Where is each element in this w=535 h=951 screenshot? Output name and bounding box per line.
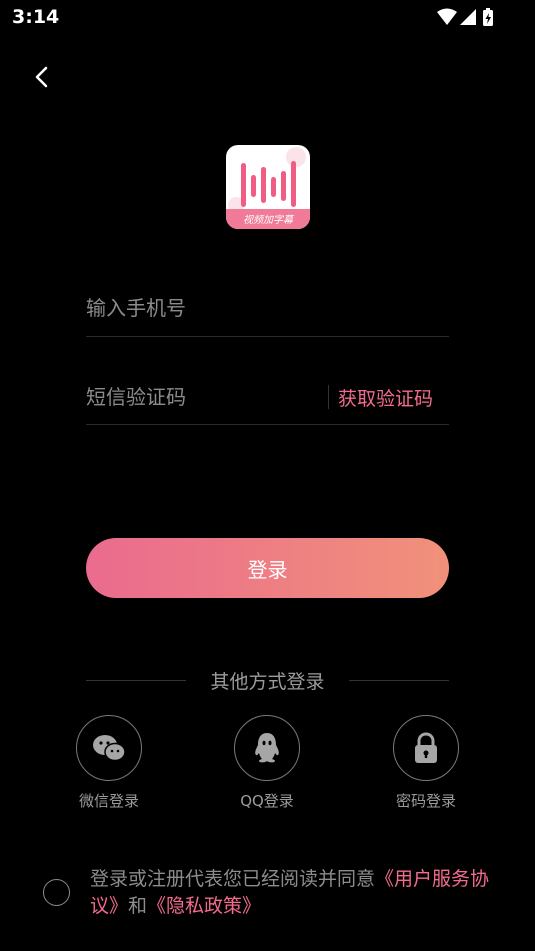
wechat-icon bbox=[93, 735, 126, 762]
logo-caption: 视频加字幕 bbox=[243, 215, 293, 226]
agreement-checkbox[interactable] bbox=[43, 879, 70, 906]
chevron-left-icon bbox=[35, 66, 48, 88]
status-time: 3:14 bbox=[12, 6, 60, 28]
code-underline bbox=[86, 424, 449, 425]
sms-code-input[interactable] bbox=[86, 377, 326, 417]
signal-icon bbox=[460, 9, 476, 25]
login-button[interactable]: 登录 bbox=[86, 538, 449, 598]
privacy-policy-link[interactable]: 《隐私政策》 bbox=[147, 895, 261, 917]
phone-input[interactable] bbox=[86, 288, 326, 328]
password-login-button[interactable]: 密码登录 bbox=[381, 715, 471, 811]
qq-icon bbox=[255, 733, 279, 763]
wechat-login-button[interactable]: 微信登录 bbox=[64, 715, 154, 811]
code-divider bbox=[328, 385, 329, 409]
agreement-text: 登录或注册代表您已经阅读并同意《用户服务协议》和《隐私政策》 bbox=[90, 866, 500, 920]
qq-login-label: QQ登录 bbox=[240, 792, 294, 810]
wechat-icon-circle[interactable] bbox=[76, 715, 142, 781]
divider-left bbox=[86, 680, 186, 681]
battery-icon bbox=[483, 8, 493, 26]
wifi-icon bbox=[437, 8, 457, 25]
wechat-login-label: 微信登录 bbox=[78, 792, 139, 810]
lock-icon bbox=[415, 732, 437, 763]
qq-login-button[interactable]: QQ登录 bbox=[222, 715, 312, 811]
password-login-label: 密码登录 bbox=[395, 792, 456, 810]
status-icons bbox=[437, 8, 493, 26]
other-login-title: 其他方式登录 bbox=[210, 671, 325, 693]
divider-right bbox=[349, 680, 449, 681]
back-button[interactable] bbox=[24, 58, 60, 98]
qq-icon-circle[interactable] bbox=[234, 715, 300, 781]
agreement-and: 和 bbox=[128, 895, 148, 917]
get-code-button[interactable]: 获取验证码 bbox=[338, 384, 433, 411]
phone-underline bbox=[86, 336, 449, 337]
agreement-prefix: 登录或注册代表您已经阅读并同意 bbox=[90, 868, 376, 890]
app-logo: 视频加字幕 bbox=[226, 145, 310, 229]
status-bar: 3:14 bbox=[0, 0, 535, 36]
lock-icon-circle[interactable] bbox=[393, 715, 459, 781]
